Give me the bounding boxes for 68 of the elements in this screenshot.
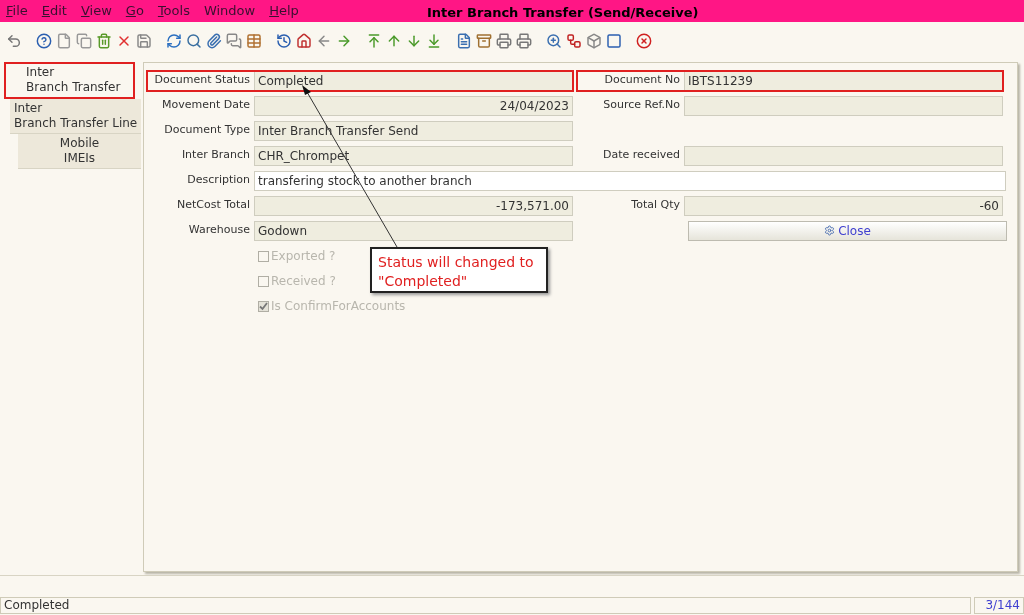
trash-icon[interactable] [96,33,112,49]
text-field[interactable]: 24/04/2023 [254,95,573,116]
field-label: Date received [602,147,681,164]
refresh-icon[interactable] [166,33,182,49]
checkbox-label: Received ? [271,273,336,290]
printer-icon[interactable] [496,33,512,49]
table-icon[interactable] [246,33,262,49]
printer-icon[interactable] [516,33,532,49]
undo-icon[interactable] [6,33,22,49]
menu-item[interactable]: Edit [41,1,67,21]
text-field[interactable]: Godown [254,220,573,241]
search-icon[interactable] [186,33,202,49]
text-field[interactable]: -60 [684,195,1003,216]
close-circle-icon[interactable] [636,33,652,49]
delete-icon[interactable] [116,33,132,49]
workflow-icon[interactable] [566,33,582,49]
first-record-icon[interactable] [366,33,382,49]
callout-note: Status will changed to "Completed" [370,247,548,293]
field-label: Inter Branch [180,147,251,164]
report-icon[interactable] [456,33,472,49]
tab[interactable]: Inter Branch Transfer Line [10,99,141,134]
checkbox-label: Exported ? [271,248,336,265]
field-label: Movement Date [160,97,251,114]
menu-item[interactable]: Tools [157,1,190,21]
status-message: Completed [0,597,971,614]
help-icon[interactable] [36,33,52,49]
check-icon [259,301,268,311]
field-label: Source Ref.No [602,97,681,114]
text-field[interactable] [684,95,1003,116]
zoom-icon[interactable] [546,33,562,49]
record-count: 3/144 [974,597,1024,614]
window-title: Inter Branch Transfer (Send/Receive) [427,4,699,22]
home-icon[interactable] [296,33,312,49]
tab[interactable]: Inter Branch Transfer [4,62,135,99]
copy-icon[interactable] [76,33,92,49]
menu-item[interactable]: View [80,1,112,21]
archive-icon[interactable] [476,33,492,49]
new-document-icon[interactable] [56,33,72,49]
field-label: Document Status [153,72,251,89]
field-label: Total Qty [630,197,681,214]
field-label: Warehouse [187,222,251,239]
arrow-left-icon[interactable] [316,33,332,49]
square-icon[interactable] [606,33,622,49]
description-field[interactable]: transfering stock to another branch [254,170,1006,191]
chat-icon[interactable] [226,33,242,49]
tab[interactable]: Mobile IMEIs [18,134,141,169]
field-label: Description [186,172,251,189]
text-field[interactable]: CHR_Chrompet [254,145,573,166]
text-field[interactable]: IBTS11239 [684,70,1003,91]
close-button[interactable]: Close [688,220,1007,241]
last-record-icon[interactable] [426,33,442,49]
text-field[interactable]: Completed [254,70,573,91]
text-field[interactable] [684,145,1003,166]
save-icon[interactable] [136,33,152,49]
field-label: Document Type [163,122,251,139]
arrow-right-icon[interactable] [336,33,352,49]
checkbox-label: Is ConfirmForAccounts [271,298,406,315]
menu-item[interactable]: File [6,1,28,21]
box-icon[interactable] [586,33,602,49]
gear-icon [824,225,836,236]
history-icon[interactable] [276,33,292,49]
field-label: NetCost Total [176,197,251,214]
menu-item[interactable]: Help [269,1,299,21]
field-label: Document No [603,72,681,89]
paperclip-icon[interactable] [206,33,222,49]
menu-item[interactable]: Go [125,1,144,21]
menu-item[interactable]: Window [203,1,256,21]
text-field[interactable]: -173,571.00 [254,195,573,216]
